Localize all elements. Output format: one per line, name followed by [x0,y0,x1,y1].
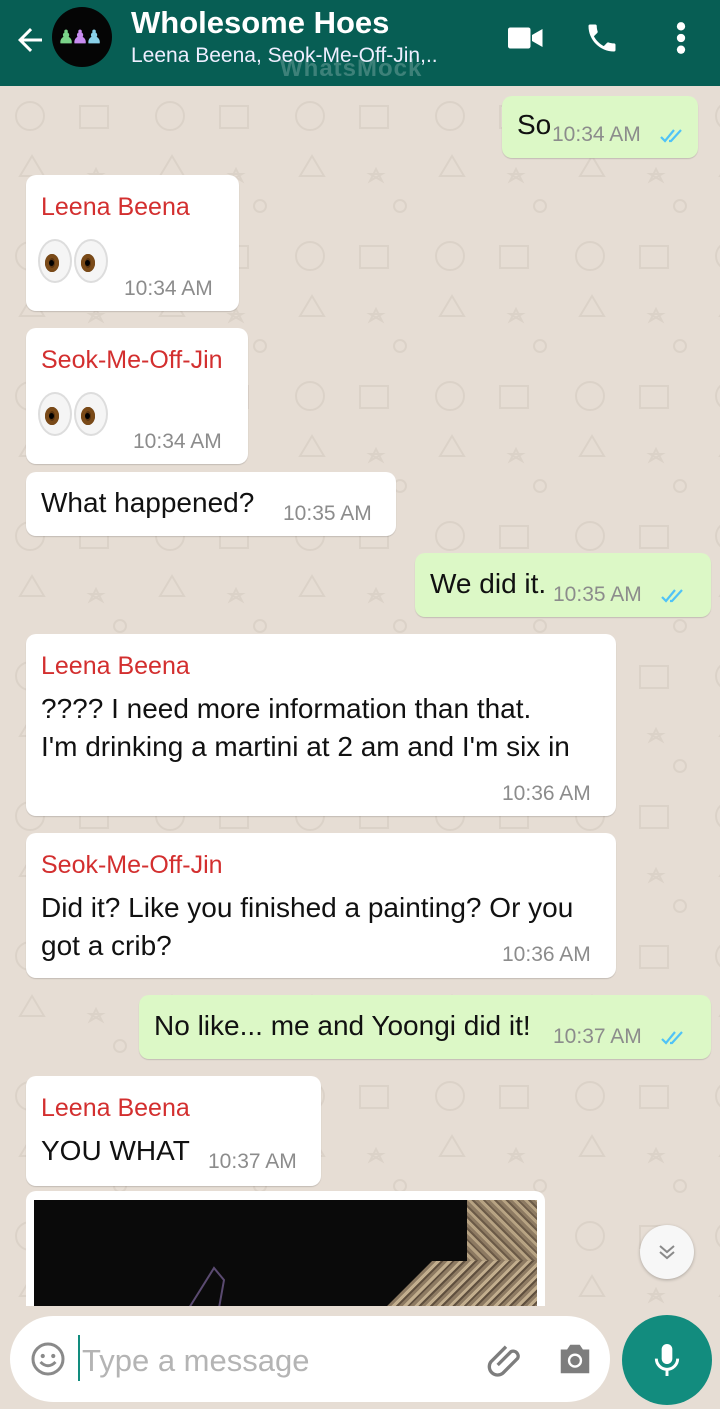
image-detail [387,1261,537,1306]
eyes-emoji [38,239,108,283]
message-time: 10:34 AM [124,277,213,300]
message-bubble-out[interactable]: No like... me and Yoongi did it! 10:37 A… [139,995,711,1059]
message-text: YOU WHAT [41,1135,190,1166]
more-vert-icon[interactable] [666,18,696,58]
scroll-to-bottom-button[interactable] [640,1225,694,1279]
sender-name: Leena Beena [41,1094,190,1122]
text-caret [78,1335,80,1381]
message-text: No like... me and Yoongi did it! [154,1010,531,1041]
camera-icon[interactable] [556,1341,594,1377]
image-detail [189,1266,226,1306]
message-bubble-in[interactable]: Seok-Me-Off-Jin 10:34 AM [26,328,248,464]
attach-icon[interactable] [486,1340,526,1380]
message-time: 10:34 AM [552,123,641,146]
message-time: 10:35 AM [283,502,372,525]
group-avatar[interactable]: ♟ ♟ ♟ [52,7,112,67]
message-time: 10:36 AM [502,943,591,966]
sender-name: Leena Beena [41,193,190,221]
watermark: WhatsMock [280,55,423,82]
message-text-line: ???? I need more information than that. [41,693,532,724]
message-text-line: Did it? Like you finished a painting? Or… [41,892,574,923]
message-time: 10:34 AM [133,430,222,453]
read-ticks-icon [661,1031,683,1045]
message-time: 10:36 AM [502,782,591,805]
read-ticks-icon [661,589,683,603]
message-text: We did it. [430,568,547,599]
message-bubble-in[interactable]: What happened? 10:35 AM [26,472,396,536]
message-bubble-in[interactable]: Leena Beena 10:34 AM [26,175,239,311]
message-bubble-in[interactable]: Leena Beena YOU WHAT 10:37 AM [26,1076,321,1186]
video-call-icon[interactable] [508,24,544,52]
message-bubble-in[interactable]: Seok-Me-Off-Jin Did it? Like you finishe… [26,833,616,978]
back-arrow-icon[interactable] [12,22,48,58]
chat-header: ♟ ♟ ♟ Wholesome Hoes Leena Beena, Seok-M… [0,0,720,86]
message-bubble-in[interactable]: Leena Beena ???? I need more information… [26,634,616,816]
message-text-line: I'm drinking a martini at 2 am and I'm s… [41,731,570,762]
message-text: So [517,109,552,140]
read-ticks-icon [660,129,682,143]
message-time: 10:37 AM [208,1150,297,1173]
mic-icon [654,1344,680,1376]
message-time: 10:35 AM [553,583,642,606]
sender-name: Seok-Me-Off-Jin [41,346,223,374]
voice-record-button[interactable] [622,1315,712,1405]
sender-name: Leena Beena [41,652,190,680]
message-bubble-out[interactable]: We did it. 10:35 AM [415,553,711,617]
message-bubble-out[interactable]: So 10:34 AM [502,96,698,158]
group-title[interactable]: Wholesome Hoes [131,5,389,41]
message-text: What happened? [41,487,255,518]
phone-icon[interactable] [584,20,620,56]
double-chevron-down-icon [659,1245,675,1260]
message-time: 10:37 AM [553,1025,642,1048]
sender-name: Seok-Me-Off-Jin [41,851,223,879]
image-message[interactable] [34,1200,537,1306]
emoji-icon[interactable] [30,1341,66,1377]
message-input[interactable]: Type a message [82,1343,309,1379]
message-text-line: got a crib? [41,930,172,961]
eyes-emoji [38,392,108,436]
